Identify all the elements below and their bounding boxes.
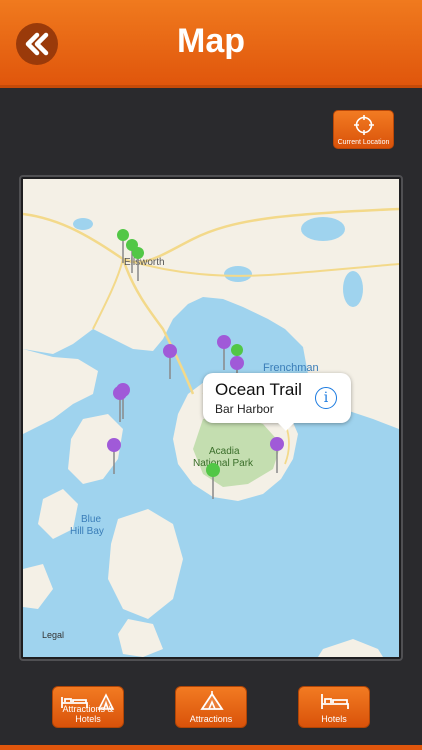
map-view[interactable]: Ellsworth Frenchman Acadia National Park… [23, 179, 399, 657]
map-pin-attraction[interactable] [132, 247, 144, 281]
page-title: Map [177, 22, 245, 60]
tab-attractions-hotels[interactable]: Attractions & Hotels [52, 686, 124, 728]
callout-title: Ocean Trail [215, 380, 302, 399]
crosshair-icon [354, 115, 374, 135]
header-bar: Map [0, 0, 422, 88]
current-location-label: Current Location [337, 139, 390, 146]
map-pin-hotel[interactable] [270, 437, 284, 473]
tab-attractions[interactable]: Attractions [175, 686, 247, 728]
map-pin-hotel[interactable] [113, 386, 127, 422]
bottom-accent-bar [0, 745, 422, 750]
tab-label: Hotels [321, 714, 347, 724]
map-pin-hotel[interactable] [163, 344, 177, 379]
tab-label: Attractions & Hotels [62, 704, 114, 724]
current-location-button[interactable]: Current Location [333, 110, 394, 149]
info-icon[interactable]: i [315, 387, 337, 409]
tent-icon [200, 691, 224, 710]
callout-subtitle: Bar Harbor [215, 402, 274, 416]
tab-label: Attractions [189, 714, 233, 724]
map-pin-attraction[interactable] [206, 463, 220, 499]
map-callout[interactable]: Ocean Trail Bar Harbor i [203, 373, 351, 431]
map-pin-hotel[interactable] [107, 438, 121, 474]
bed-icon [321, 694, 349, 709]
tab-hotels[interactable]: Hotels [298, 686, 370, 728]
map-pin-hotel[interactable] [217, 335, 231, 370]
